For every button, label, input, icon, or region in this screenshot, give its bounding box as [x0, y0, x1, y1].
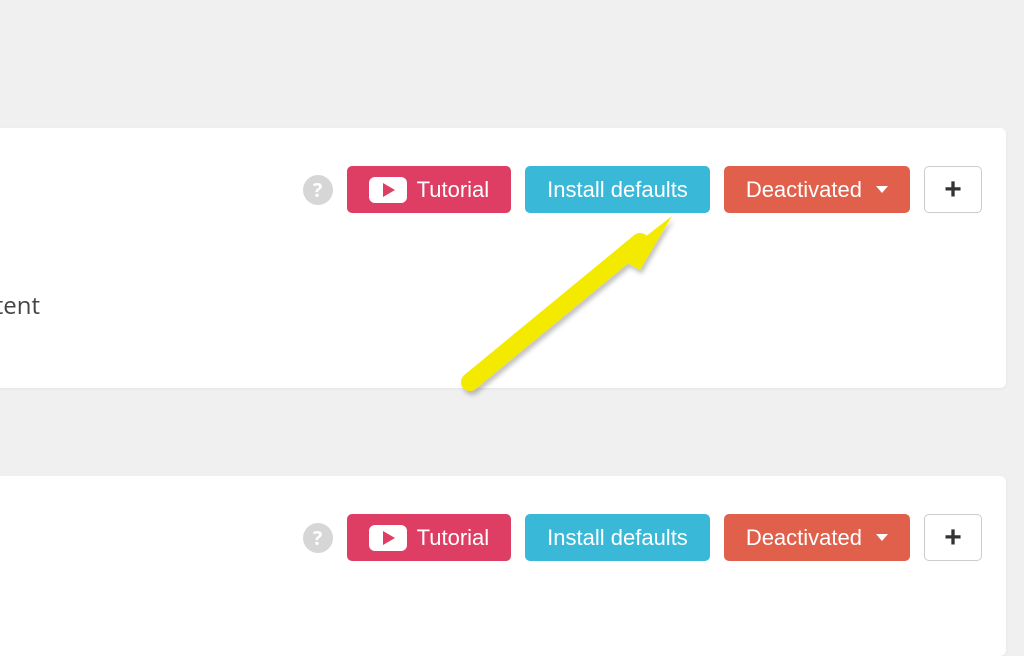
- play-icon: [369, 177, 407, 203]
- plus-icon: +: [944, 521, 962, 555]
- add-button[interactable]: +: [924, 514, 982, 561]
- tutorial-label: Tutorial: [417, 177, 490, 203]
- play-icon: [369, 525, 407, 551]
- truncated-description: n ntent: [0, 246, 40, 324]
- install-defaults-button[interactable]: Install defaults: [525, 166, 710, 213]
- panel-toolbar: ? Tutorial Install defaults Deactivated …: [303, 514, 982, 561]
- settings-panel: ? Tutorial Install defaults Deactivated …: [0, 476, 1006, 656]
- panel-toolbar: ? Tutorial Install defaults Deactivated …: [303, 166, 982, 213]
- tutorial-label: Tutorial: [417, 525, 490, 551]
- install-defaults-label: Install defaults: [547, 525, 688, 551]
- status-dropdown[interactable]: Deactivated: [724, 166, 910, 213]
- status-dropdown[interactable]: Deactivated: [724, 514, 910, 561]
- truncated-line-1: n: [0, 246, 40, 282]
- truncated-line-2: ntent: [0, 288, 40, 324]
- help-icon[interactable]: ?: [303, 523, 333, 553]
- tutorial-button[interactable]: Tutorial: [347, 166, 512, 213]
- add-button[interactable]: +: [924, 166, 982, 213]
- status-label: Deactivated: [746, 525, 862, 551]
- caret-down-icon: [876, 534, 888, 541]
- install-defaults-button[interactable]: Install defaults: [525, 514, 710, 561]
- help-icon[interactable]: ?: [303, 175, 333, 205]
- status-label: Deactivated: [746, 177, 862, 203]
- install-defaults-label: Install defaults: [547, 177, 688, 203]
- plus-icon: +: [944, 173, 962, 207]
- caret-down-icon: [876, 186, 888, 193]
- settings-panel: ? Tutorial Install defaults Deactivated …: [0, 128, 1006, 388]
- tutorial-button[interactable]: Tutorial: [347, 514, 512, 561]
